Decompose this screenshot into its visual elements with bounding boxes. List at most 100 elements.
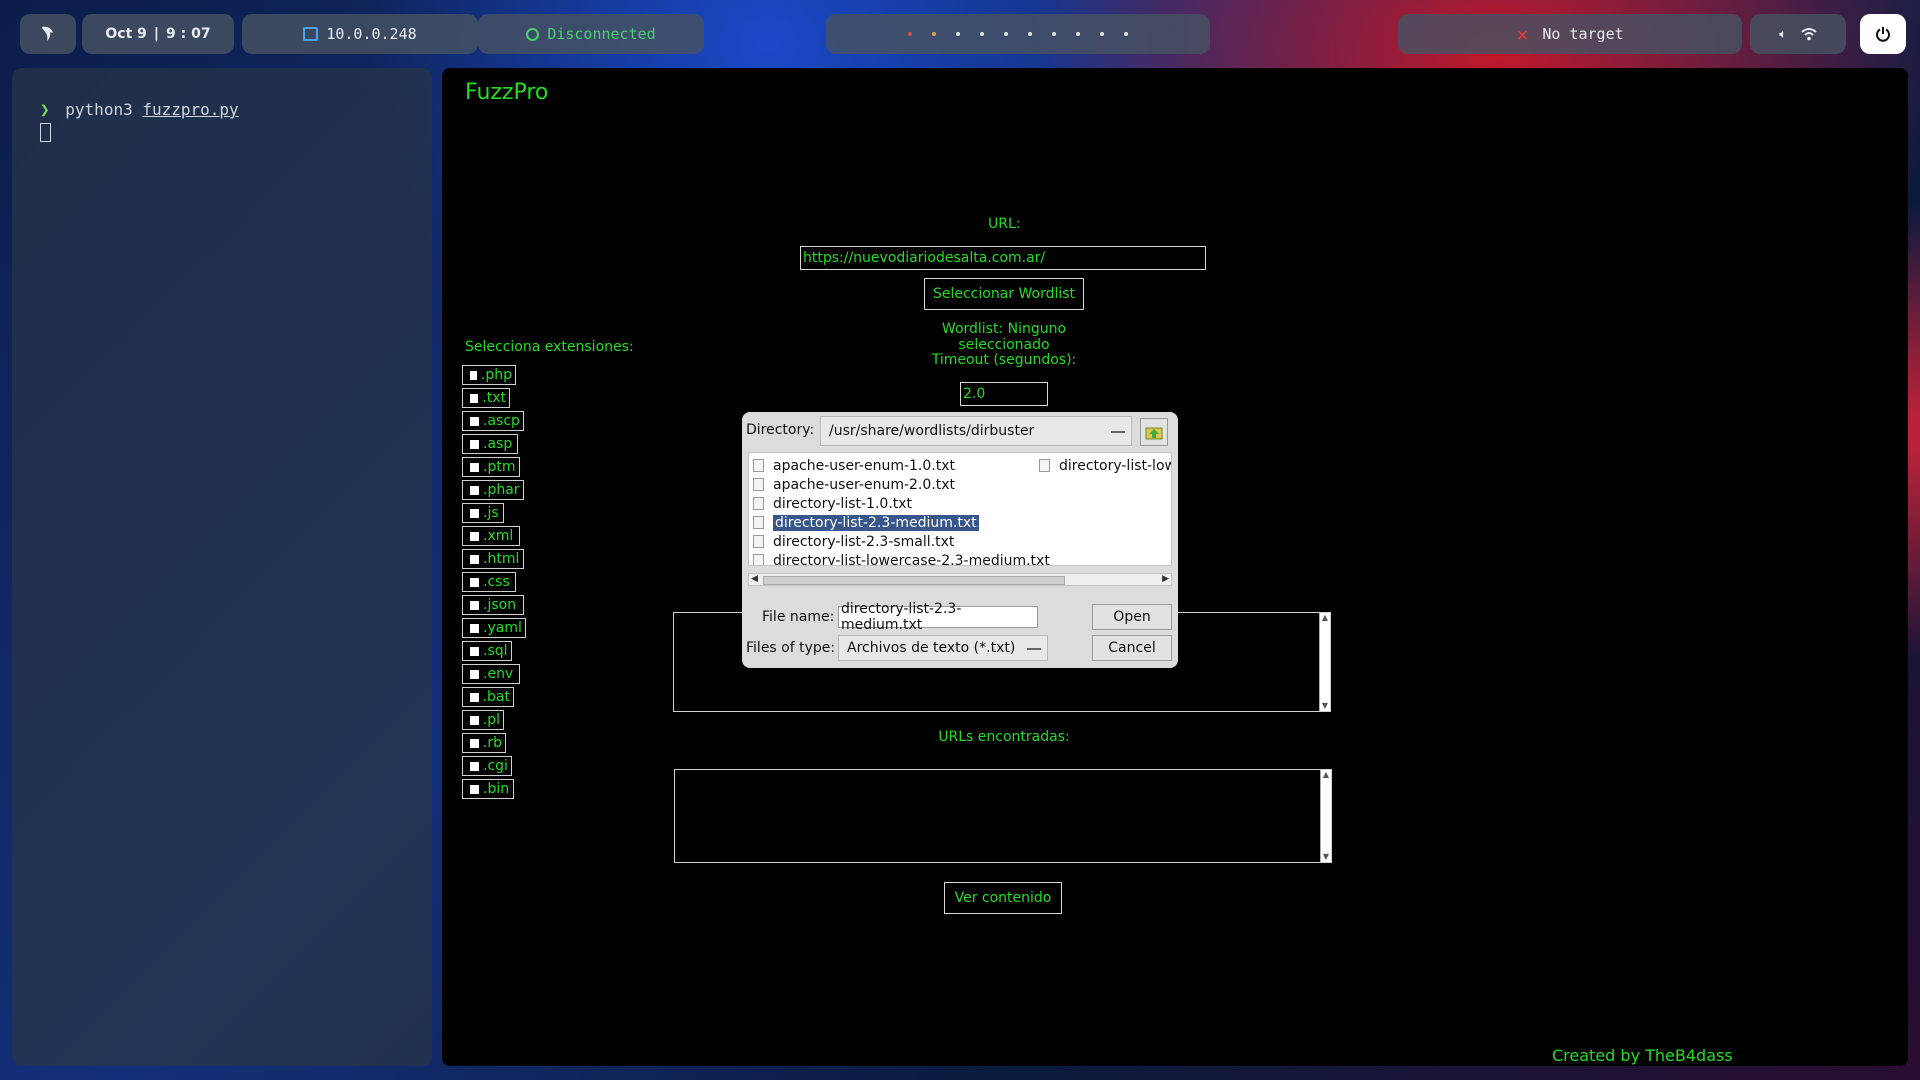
- vpn-status-widget[interactable]: Disconnected: [478, 14, 704, 54]
- found-urls-textarea[interactable]: ▲ ▼: [674, 769, 1332, 863]
- select-wordlist-button[interactable]: Seleccionar Wordlist: [924, 278, 1084, 310]
- extension-label: .css: [483, 574, 510, 590]
- script-filename[interactable]: fuzzpro.py: [142, 100, 238, 119]
- extension-checkbox[interactable]: .php: [462, 365, 516, 385]
- workspace-dot-2[interactable]: [932, 32, 936, 36]
- file-item-label: apache-user-enum-1.0.txt: [773, 457, 955, 474]
- extension-checkbox[interactable]: .phar: [462, 480, 524, 500]
- file-item[interactable]: apache-user-enum-2.0.txt: [753, 476, 955, 493]
- timeout-input[interactable]: 2.0: [960, 382, 1048, 406]
- output-scrollbar[interactable]: ▲ ▼: [1319, 613, 1330, 711]
- file-item[interactable]: directory-list-lowercase-2.3-medium.txt: [753, 552, 1050, 565]
- checkbox-square[interactable]: [470, 577, 479, 587]
- checkbox-square[interactable]: [470, 669, 479, 679]
- system-tray[interactable]: 🔈︎: [1750, 14, 1846, 54]
- extension-label: .yaml: [483, 620, 522, 636]
- workspace-dot-9[interactable]: [1100, 32, 1104, 36]
- extension-checkbox[interactable]: .xml: [462, 526, 520, 546]
- checkbox-square[interactable]: [470, 692, 479, 702]
- file-type-value: Archivos de texto (*.txt): [847, 640, 1016, 656]
- extension-label: .js: [483, 505, 499, 521]
- workspace-dot-10[interactable]: [1124, 32, 1128, 36]
- checkbox-square[interactable]: [470, 393, 479, 403]
- power-button[interactable]: [1860, 14, 1906, 54]
- workspace-dot-1[interactable]: [908, 32, 912, 36]
- extension-checkbox[interactable]: .rb: [462, 733, 506, 753]
- extension-checkbox[interactable]: .cgi: [462, 756, 512, 776]
- workspace-dot-4[interactable]: [980, 32, 984, 36]
- view-content-button[interactable]: Ver contenido: [944, 882, 1062, 914]
- extension-label: .bin: [483, 781, 510, 797]
- file-item[interactable]: directory-list-lowe: [1039, 457, 1171, 474]
- checkbox-square[interactable]: [470, 416, 479, 426]
- url-input[interactable]: https://nuevodiariodesalta.com.ar/: [800, 246, 1206, 270]
- extension-checkbox[interactable]: .sql: [462, 641, 512, 661]
- file-name-value: directory-list-2.3-medium.txt: [841, 601, 962, 633]
- url-input-value: https://nuevodiariodesalta.com.ar/: [803, 250, 1046, 266]
- extensions-label: Selecciona extensiones:: [465, 339, 634, 355]
- file-list-hscrollbar[interactable]: ◀ ▶: [748, 573, 1172, 586]
- file-item[interactable]: directory-list-2.3-small.txt: [753, 533, 954, 550]
- workspace-dot-8[interactable]: [1076, 32, 1080, 36]
- workspace-dot-3[interactable]: [956, 32, 960, 36]
- checkbox-square[interactable]: [470, 738, 479, 748]
- file-item[interactable]: directory-list-1.0.txt: [753, 495, 912, 512]
- workspace-dot-7[interactable]: [1052, 32, 1056, 36]
- directory-dropdown[interactable]: /usr/share/wordlists/dirbuster: [820, 416, 1132, 446]
- workspace-dot-6[interactable]: [1028, 32, 1032, 36]
- extension-checkbox[interactable]: .json: [462, 595, 524, 615]
- terminal-window[interactable]: ❯ python3 fuzzpro.py: [12, 68, 432, 1066]
- volume-icon[interactable]: 🔈︎: [1779, 27, 1787, 42]
- file-item-label: directory-list-1.0.txt: [773, 495, 913, 512]
- checkbox-square[interactable]: [470, 531, 479, 541]
- file-item[interactable]: directory-list-2.3-medium.txt: [753, 514, 979, 531]
- found-urls-scrollbar[interactable]: ▲ ▼: [1320, 770, 1331, 862]
- wifi-icon[interactable]: [1801, 27, 1817, 41]
- hscroll-thumb[interactable]: [763, 576, 1065, 585]
- checkbox-square[interactable]: [470, 761, 479, 771]
- checkbox-square[interactable]: [470, 370, 477, 380]
- checkbox-square[interactable]: [470, 623, 479, 633]
- checkbox-square[interactable]: [470, 715, 479, 725]
- file-name-input[interactable]: directory-list-2.3-medium.txt: [838, 601, 1038, 633]
- parent-directory-button[interactable]: [1140, 418, 1168, 446]
- extension-checkbox[interactable]: .html: [462, 549, 524, 569]
- checkbox-square[interactable]: [470, 485, 479, 495]
- extension-label: .phar: [483, 482, 520, 498]
- checkbox-square[interactable]: [470, 554, 479, 564]
- workspace-dot-5[interactable]: [1004, 32, 1008, 36]
- extension-label: .txt: [482, 390, 506, 406]
- ip-widget[interactable]: 10.0.0.248: [242, 14, 478, 54]
- open-button[interactable]: Open: [1092, 604, 1172, 630]
- extension-checkbox[interactable]: .js: [462, 503, 504, 523]
- vpn-status-text: Disconnected: [547, 25, 656, 43]
- checkbox-square[interactable]: [470, 439, 479, 449]
- extension-checkbox[interactable]: .yaml: [462, 618, 526, 638]
- extension-label: .rb: [482, 735, 502, 751]
- launcher-button[interactable]: [20, 14, 76, 54]
- extension-checkbox[interactable]: .env: [462, 664, 520, 684]
- checkbox-square[interactable]: [470, 600, 479, 610]
- checkbox-square[interactable]: [470, 646, 479, 656]
- file-type-label: Files of type:: [746, 640, 836, 656]
- extension-checkbox[interactable]: .txt: [462, 388, 510, 408]
- file-type-dropdown[interactable]: Archivos de texto (*.txt): [838, 635, 1048, 661]
- extension-checkbox[interactable]: .ascp: [462, 411, 524, 431]
- file-icon: [753, 497, 764, 510]
- file-list[interactable]: apache-user-enum-1.0.txt apache-user-enum…: [748, 452, 1172, 566]
- extension-label: .html: [483, 551, 520, 567]
- checkbox-square[interactable]: [470, 462, 479, 472]
- checkbox-square[interactable]: [470, 784, 479, 794]
- cancel-button[interactable]: Cancel: [1092, 635, 1172, 661]
- workspace-switcher[interactable]: [826, 14, 1210, 54]
- extension-checkbox[interactable]: .asp: [462, 434, 518, 454]
- target-widget[interactable]: ✕ No target: [1398, 14, 1742, 54]
- extension-checkbox[interactable]: .ptm: [462, 457, 520, 477]
- extension-checkbox[interactable]: .pl: [462, 710, 504, 730]
- extension-checkbox[interactable]: .bin: [462, 779, 514, 799]
- checkbox-square[interactable]: [470, 508, 479, 518]
- extension-checkbox[interactable]: .bat: [462, 687, 514, 707]
- extension-checkbox[interactable]: .css: [462, 572, 516, 592]
- file-item[interactable]: apache-user-enum-1.0.txt: [753, 457, 955, 474]
- folder-up-icon: [1145, 427, 1163, 440]
